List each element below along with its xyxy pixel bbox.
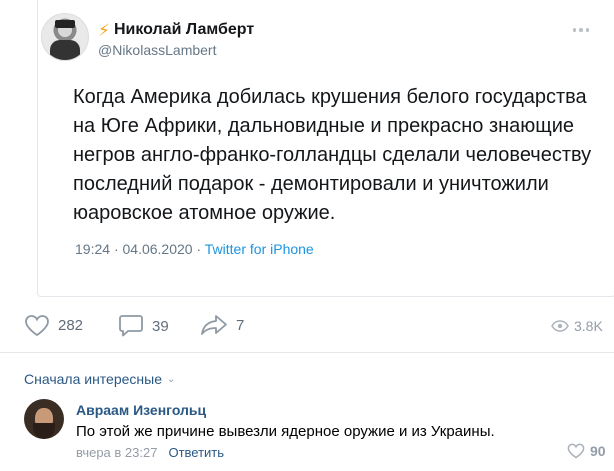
tweet-date: 04.06.2020: [122, 241, 193, 257]
comment-like-button[interactable]: 90: [567, 443, 606, 459]
eye-icon: [551, 320, 569, 332]
comment-button[interactable]: 39: [118, 314, 169, 338]
sort-label: Сначала интересные: [24, 371, 162, 387]
comment-time[interactable]: вчера в 23:27: [76, 445, 157, 460]
views-counter: 3.8K: [551, 318, 603, 334]
heart-icon: [567, 443, 585, 459]
comment-author-avatar[interactable]: [24, 399, 64, 439]
tweet-text: Когда Америка добилась крушения белого г…: [73, 86, 592, 224]
tweet-source-link[interactable]: Twitter for iPhone: [205, 241, 314, 257]
share-button[interactable]: 7: [200, 314, 244, 336]
tweet-author-name[interactable]: Николай Ламберт: [114, 21, 254, 39]
avatar-hat: [55, 20, 75, 28]
avatar-coat: [50, 40, 80, 60]
tweet-meta: 19:24 · 04.06.2020 · Twitter for iPhone: [75, 241, 314, 257]
like-button[interactable]: 282: [24, 314, 83, 337]
comment-icon: [119, 315, 143, 337]
comments-sort-dropdown[interactable]: Сначала интересные ⌄: [24, 371, 175, 387]
like-count: 282: [58, 317, 84, 334]
share-count: 7: [236, 316, 245, 334]
comment-count: 39: [152, 317, 169, 335]
views-count: 3.8K: [574, 318, 603, 334]
tweet-author-row[interactable]: ⚡ Николай Ламберт: [98, 21, 254, 39]
chevron-down-icon: ⌄: [167, 373, 176, 385]
comment-text: По этой же причине вывезли ядерное оружи…: [76, 423, 495, 440]
tweet-time: 19:24: [75, 241, 111, 257]
heart-icon: [25, 315, 49, 337]
more-dots-icon[interactable]: [573, 28, 589, 32]
meta-separator: ·: [196, 241, 205, 257]
tweet-author-handle[interactable]: @NikolassLambert: [98, 42, 216, 58]
share-arrow-icon: [201, 315, 227, 335]
avatar-beard: [33, 423, 55, 439]
comment-meta: вчера в 23:27 Ответить: [76, 445, 224, 460]
tweet-author-avatar[interactable]: [41, 13, 89, 61]
lightning-bolt-icon: ⚡: [98, 20, 110, 40]
reply-button[interactable]: Ответить: [168, 445, 224, 460]
comment-like-count: 90: [590, 443, 606, 459]
stats-divider: [0, 352, 614, 353]
comment-author-name[interactable]: Авраам Изенгольц: [76, 402, 206, 418]
meta-separator: ·: [113, 241, 123, 257]
